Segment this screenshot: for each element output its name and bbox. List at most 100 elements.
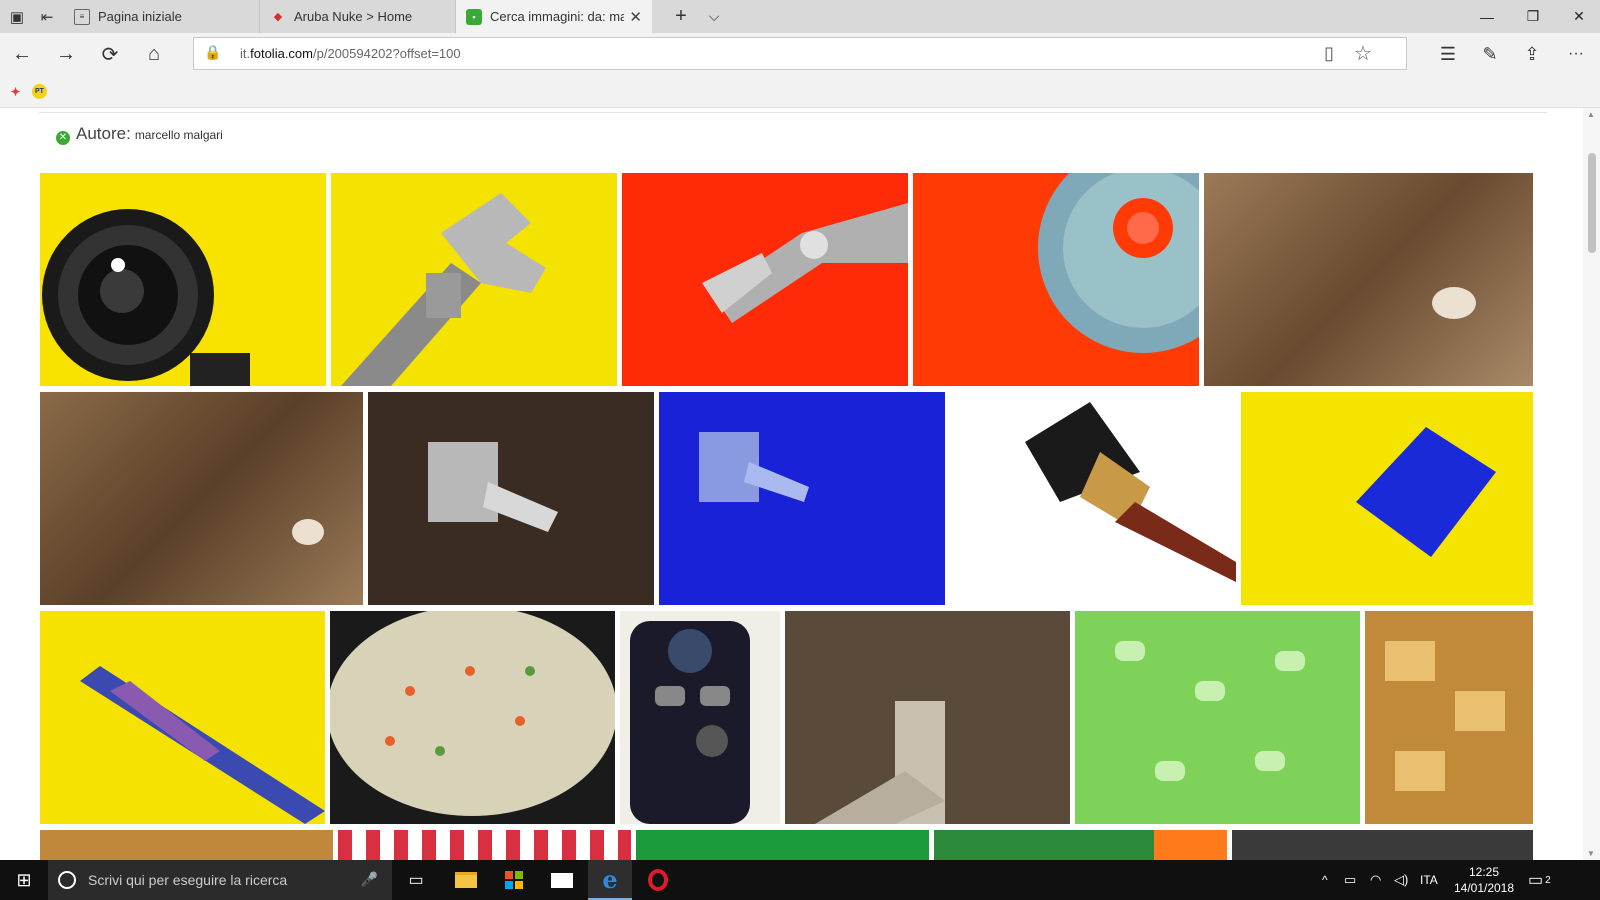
- peanuts-icon: [1115, 641, 1305, 781]
- spaghetti-icon: [815, 701, 945, 824]
- lens-icon: [42, 209, 250, 386]
- thumbnail-machine[interactable]: [1232, 830, 1533, 860]
- notifications-icon[interactable]: ▭ 2: [1528, 860, 1551, 900]
- restore-button[interactable]: ❐: [1510, 0, 1556, 33]
- shell-icon: [1432, 287, 1476, 319]
- thumbnail-circuit-board[interactable]: [636, 830, 929, 860]
- microphone-icon[interactable]: 🎤: [361, 871, 378, 888]
- author-name[interactable]: marcello malgari: [135, 128, 223, 142]
- pastry-icon: [1385, 641, 1505, 791]
- taskbar: ⊞ Scrivi qui per eseguire la ricerca 🎤 ▭…: [0, 860, 1600, 900]
- address-bar[interactable]: 🔒 it.fotolia.com/p/200594202?offset=100 …: [193, 37, 1407, 70]
- thumbnail-pliers[interactable]: [622, 173, 908, 386]
- start-button[interactable]: ⊞: [0, 860, 48, 900]
- thumbnail-wrench[interactable]: [331, 173, 617, 386]
- mail-icon[interactable]: [540, 860, 584, 900]
- tab-label: Cerca immagini: da: ma: [490, 9, 624, 24]
- hub-icon[interactable]: ☰: [1426, 33, 1470, 75]
- task-view-icon[interactable]: ▭: [396, 860, 436, 900]
- store-icon[interactable]: [492, 860, 536, 900]
- fotolia-icon: ▪: [466, 8, 482, 25]
- tab-label: Aruba Nuke > Home: [294, 9, 413, 24]
- home-button[interactable]: ⌂: [132, 33, 176, 75]
- clock-date: 14/01/2018: [1453, 881, 1515, 895]
- brush-icon: [1025, 402, 1236, 582]
- edge-icon[interactable]: e: [588, 860, 632, 900]
- refresh-button[interactable]: ⟳: [88, 33, 132, 75]
- tab-list-icon[interactable]: ⌵: [697, 0, 731, 33]
- tab-aruba-nuke[interactable]: ◆ Aruba Nuke > Home: [260, 0, 456, 33]
- food-icon: [330, 611, 615, 816]
- minimize-button[interactable]: —: [1464, 0, 1510, 33]
- thumbnail-sd-card[interactable]: [1241, 392, 1533, 605]
- sd-card-icon: [1356, 427, 1496, 557]
- set-tabs-aside-icon[interactable]: ⇤: [30, 0, 64, 33]
- url-text[interactable]: it.fotolia.com/p/200594202?offset=100: [240, 46, 461, 61]
- volume-icon[interactable]: ◁): [1394, 860, 1408, 900]
- thumbnail-checkered-cloth[interactable]: [338, 830, 631, 860]
- close-tab-icon[interactable]: ✕: [629, 8, 642, 26]
- cortana-icon: [58, 871, 76, 889]
- pliers-icon: [702, 203, 908, 323]
- forward-button[interactable]: →: [44, 33, 88, 75]
- battery-icon[interactable]: ▭: [1344, 860, 1356, 900]
- clock[interactable]: 12:25 14/01/2018: [1452, 860, 1516, 900]
- notification-count: 2: [1545, 874, 1551, 886]
- page-icon: ≡: [74, 8, 90, 25]
- new-tab-button[interactable]: +: [664, 0, 698, 33]
- tab-label: Pagina iniziale: [98, 9, 182, 24]
- back-button[interactable]: ←: [0, 33, 44, 75]
- aruba-fav-icon[interactable]: ✦: [8, 84, 23, 99]
- thumbnail-shell-sand[interactable]: [40, 392, 363, 605]
- thumbnail-camera-lens[interactable]: [40, 173, 326, 386]
- clock-time: 12:25: [1468, 865, 1500, 879]
- cd-icon: [1038, 173, 1199, 353]
- language-indicator[interactable]: ITA: [1420, 860, 1438, 900]
- thumbnail-halogen-bulb[interactable]: [368, 392, 654, 605]
- web-notes-icon[interactable]: ✎: [1468, 33, 1512, 75]
- more-icon[interactable]: ···: [1554, 33, 1598, 75]
- reading-view-icon[interactable]: ▯: [1324, 43, 1334, 64]
- tab-actions-icon[interactable]: ▣: [0, 0, 34, 33]
- bulb-icon: [428, 442, 558, 532]
- thumbnail-risotto[interactable]: [330, 611, 615, 824]
- poste-fav-icon[interactable]: PT: [32, 84, 47, 99]
- tray-chevron-icon[interactable]: ^: [1322, 860, 1328, 900]
- thumbnail-camera-dial[interactable]: [620, 611, 780, 824]
- aruba-icon: ◆: [273, 11, 283, 23]
- author-filter: ✕ Autore: marcello malgari: [56, 124, 223, 145]
- thumbnail-puff-pastry[interactable]: [1365, 611, 1533, 824]
- navigation-bar: ← → ⟳ ⌂ 🔒 it.fotolia.com/p/200594202?off…: [0, 33, 1600, 75]
- thumbnail-pen[interactable]: [40, 611, 325, 824]
- bulb-icon: [699, 432, 809, 502]
- scrollbar-thumb[interactable]: [1588, 153, 1596, 253]
- favorites-bar: ✦ PT: [0, 75, 1600, 108]
- remove-filter-icon[interactable]: ✕: [56, 130, 70, 145]
- url-path: /p/200594202?offset=100: [313, 46, 461, 61]
- favorite-star-icon[interactable]: ☆: [1354, 41, 1372, 66]
- file-explorer-icon[interactable]: [444, 860, 488, 900]
- thumbnail-shell-water[interactable]: [1204, 173, 1533, 386]
- tab-pagina-iniziale[interactable]: ≡ Pagina iniziale: [64, 0, 260, 33]
- wifi-icon[interactable]: ◠: [1370, 860, 1381, 900]
- search-placeholder: Scrivi qui per eseguire la ricerca: [88, 872, 288, 888]
- thumbnail-cd[interactable]: [913, 173, 1199, 386]
- scroll-down-icon[interactable]: ▼: [1587, 849, 1595, 858]
- thumbnail-spaghetti[interactable]: [785, 611, 1070, 824]
- wrench-icon: [341, 193, 546, 386]
- share-icon[interactable]: ⇪: [1510, 33, 1554, 75]
- thumbnail-packing-peanuts[interactable]: [1075, 611, 1360, 824]
- url-domain: fotolia.com: [250, 46, 313, 61]
- thumbnail-circuit-board-orange[interactable]: [934, 830, 1227, 860]
- thumbnail-halogen-bulb-blue[interactable]: [659, 392, 945, 605]
- search-box[interactable]: Scrivi qui per eseguire la ricerca 🎤: [48, 860, 392, 900]
- author-label: Autore:: [76, 124, 131, 143]
- opera-icon[interactable]: [636, 860, 680, 900]
- tab-cerca-immagini[interactable]: ▪ Cerca immagini: da: ma ✕: [456, 0, 652, 33]
- thumbnail-pastries[interactable]: [40, 830, 333, 860]
- close-window-button[interactable]: ✕: [1556, 0, 1600, 33]
- pen-icon: [80, 666, 325, 824]
- page-scrollbar[interactable]: ▲ ▼: [1583, 108, 1600, 860]
- scroll-up-icon[interactable]: ▲: [1587, 110, 1595, 119]
- thumbnail-paint-brush[interactable]: [950, 392, 1236, 605]
